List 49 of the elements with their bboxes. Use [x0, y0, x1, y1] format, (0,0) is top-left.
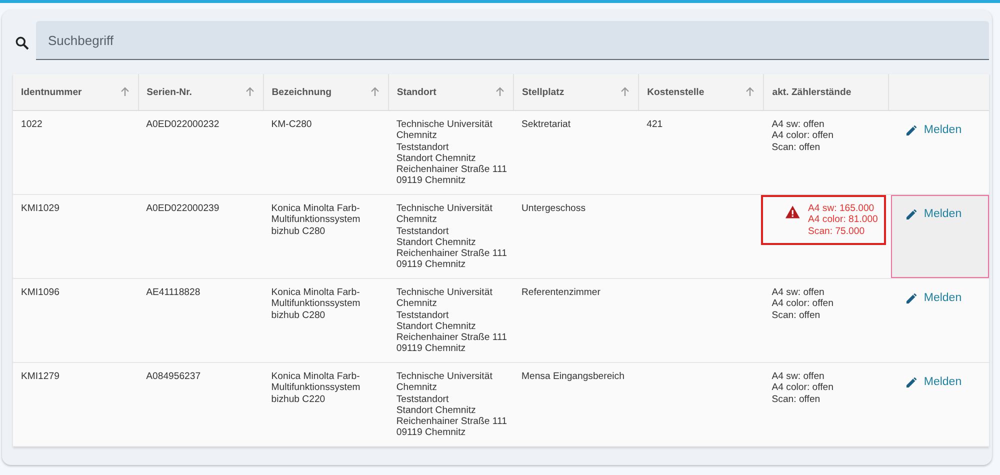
sort-arrow-icon[interactable] [620, 87, 630, 97]
serial-cell: A0ED022000232 [146, 119, 220, 130]
id-cell: KMI1029 [21, 203, 60, 214]
column-header[interactable]: Stellplatz [522, 86, 564, 98]
id-cell: KMI1096 [21, 287, 60, 298]
column-header[interactable]: Identnummer [21, 86, 82, 98]
report-button[interactable]: Melden [890, 195, 989, 278]
place-cell: Untergeschoss [522, 203, 586, 214]
pencil-icon [906, 376, 918, 388]
name-cell: Konica Minolta Farb-Multifunktionssystem bizhub C220 [271, 371, 360, 405]
column-header[interactable]: Serien-Nr. [146, 86, 192, 98]
report-button[interactable]: Melden [890, 363, 989, 401]
sort-arrow-icon[interactable] [244, 87, 255, 97]
counter-cell: A4 sw: offen A4 color: offen Scan: offen [772, 287, 834, 321]
column-header[interactable]: Bezeichnung [272, 86, 332, 98]
serial-cell: A084956237 [146, 371, 201, 382]
name-cell: Konica Minolta Farb-Multifunktionssystem bizhub C280 [271, 203, 360, 237]
counter-cell: A4 sw: offen A4 color: offen Scan: offen [772, 119, 834, 153]
location-cell: Technische Universität Chemnitz Teststandort Standort Chemnitz Reichenhainer Straße 111 09119 Chemnitz [396, 203, 507, 270]
place-cell: Referentenzimmer [522, 287, 600, 298]
id-cell: KMI1279 [21, 371, 60, 382]
column-header: akt. Zählerstände [772, 86, 852, 98]
search-icon [14, 35, 30, 51]
location-cell: Technische Universität Chemnitz Teststandort Standort Chemnitz Reichenhainer Straße 111 09119 Chemnitz [396, 287, 507, 354]
id-cell: 1022 [21, 119, 42, 130]
name-cell: Konica Minolta Farb-Multifunktionssystem bizhub C280 [271, 287, 360, 321]
pencil-icon [906, 292, 918, 304]
report-button[interactable]: Melden [890, 111, 989, 149]
counter-alert: A4 sw: 165.000 A4 color: 81.000 Scan: 75.000 [760, 195, 886, 245]
serial-cell: A0ED022000239 [146, 203, 220, 214]
pencil-icon [906, 208, 918, 220]
location-cell: Technische Universität Chemnitz Teststandort Standort Chemnitz Reichenhainer Straße 111 09119 Chemnitz [396, 119, 507, 186]
sort-arrow-icon[interactable] [745, 87, 756, 97]
report-button[interactable]: Melden [890, 279, 989, 317]
name-cell: KM-C280 [271, 119, 312, 130]
search-field[interactable]: Suchbegriff [36, 21, 989, 60]
serial-cell: AE41118828 [146, 287, 200, 298]
sort-arrow-icon[interactable] [120, 87, 130, 97]
column-header[interactable]: Kostenstelle [647, 86, 704, 98]
sort-arrow-icon[interactable] [370, 87, 380, 97]
place-cell: Mensa Eingangsbereich [522, 371, 624, 382]
sort-arrow-icon[interactable] [495, 87, 505, 97]
location-cell: Technische Universität Chemnitz Teststandort Standort Chemnitz Reichenhainer Straße 111 09119 Chemnitz [396, 371, 507, 438]
warning-icon [784, 205, 800, 219]
counter-cell: A4 sw: offen A4 color: offen Scan: offen [772, 371, 834, 405]
place-cell: Sektretariat [522, 119, 571, 130]
column-header[interactable]: Standort [396, 86, 436, 98]
cost-center-cell: 421 [646, 119, 663, 130]
pencil-icon [906, 124, 918, 136]
